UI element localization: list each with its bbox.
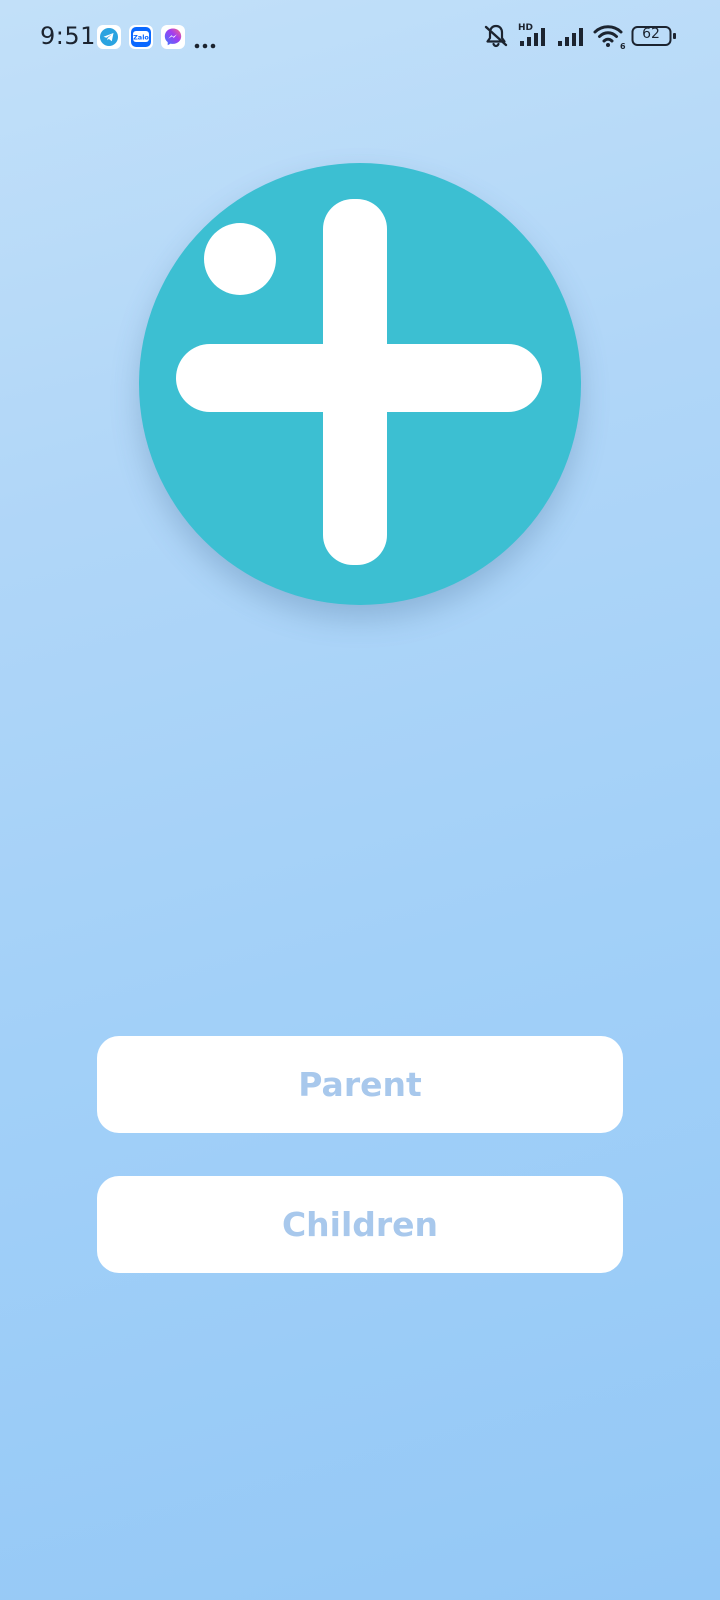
messenger-icon [161, 25, 185, 49]
zalo-icon: Zalo [129, 25, 153, 49]
status-bar: 9:51 Zalo HD 6 62 [0, 0, 720, 72]
status-time: 9:51 [40, 22, 96, 50]
signal-icon [558, 22, 588, 54]
children-button[interactable]: Children [97, 1176, 623, 1273]
plus-logo-icon [176, 199, 542, 565]
telegram-icon [97, 25, 121, 49]
app-logo [139, 163, 581, 605]
svg-text:6: 6 [620, 42, 626, 50]
signal-icon: HD [518, 22, 552, 54]
wifi-icon: 6 [592, 22, 626, 54]
network-type-label: HD [518, 23, 533, 33]
zalo-label: Zalo [133, 34, 149, 42]
parent-button[interactable]: Parent [97, 1036, 623, 1133]
battery-level: 62 [642, 26, 660, 42]
mute-icon [482, 22, 510, 54]
more-dots-icon [193, 34, 217, 49]
